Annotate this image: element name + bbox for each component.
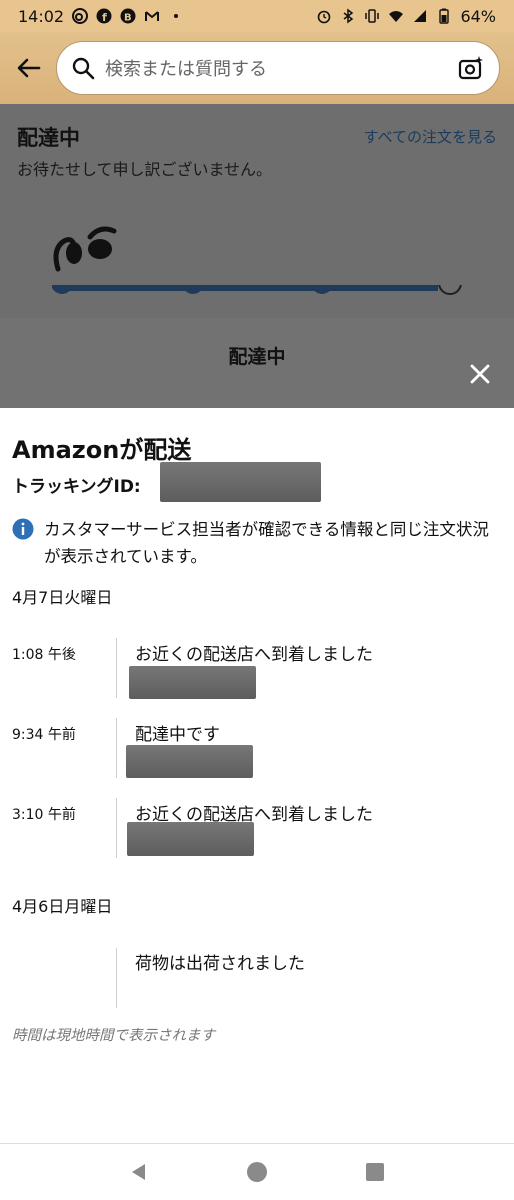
- order-status-title: 配達中: [17, 126, 80, 150]
- dot-icon: [168, 8, 184, 24]
- event-description: 荷物は出荷されました: [135, 954, 305, 974]
- status-time: 14:02: [18, 6, 65, 26]
- bluetooth-icon: [340, 8, 356, 24]
- gmail-icon: [144, 8, 160, 24]
- system-nav-bar: [0, 1143, 514, 1200]
- search-bar[interactable]: 検索または質問する: [56, 41, 500, 95]
- nav-home-button[interactable]: [245, 1160, 269, 1184]
- progress-step-2: [182, 285, 204, 294]
- camera-search-button[interactable]: [457, 54, 485, 82]
- alarm-icon: [316, 8, 332, 24]
- close-sheet-button[interactable]: [464, 358, 496, 390]
- progress-step-3: [311, 285, 333, 294]
- event-location-redacted: [126, 745, 253, 778]
- tracking-id-label: トラッキングID:: [12, 477, 141, 497]
- app-header: 検索または質問する: [0, 32, 514, 104]
- triangle-back-icon: [132, 1164, 145, 1180]
- event-time: 9:34 午前: [12, 727, 76, 743]
- event-location-redacted: [129, 666, 256, 699]
- progress-step-1: [52, 285, 73, 294]
- battery-icon: [436, 8, 452, 24]
- timeline-divider: [116, 798, 117, 858]
- circle-home-icon: [247, 1162, 267, 1182]
- svg-text:f: f: [102, 11, 107, 24]
- wifi-icon: [388, 8, 404, 24]
- status-section: 配達中: [0, 318, 514, 408]
- svg-text:B: B: [124, 13, 132, 24]
- background-order-page: 配達中 お待たせして申し訳ございません。 すべての注文を見る 配達中: [0, 104, 514, 408]
- date-header: 4月7日火曜日: [12, 588, 113, 607]
- battery-percent: 64%: [460, 6, 496, 26]
- timeline-divider: [116, 718, 117, 778]
- event-description: お近くの配送店へ到着しました: [135, 645, 373, 665]
- info-text: カスタマーサービス担当者が確認できる情報と同じ注文状況が表示されています。: [44, 520, 489, 566]
- back-button[interactable]: [14, 53, 44, 83]
- event-location-redacted: [127, 822, 254, 856]
- close-icon: [470, 364, 490, 384]
- apology-text: お待たせして申し訳ございません。: [17, 160, 273, 179]
- earbuds-product-image: [53, 226, 117, 272]
- status-bar: 14:02 f B 64%: [0, 0, 514, 32]
- nav-recents-button[interactable]: [363, 1160, 387, 1184]
- timezone-footnote: 時間は現地時間で表示されます: [12, 1028, 215, 1044]
- tracking-id-redacted: [160, 462, 321, 502]
- progress-fill: [62, 285, 438, 291]
- event-time: 3:10 午前: [12, 807, 76, 823]
- event-description: 配達中です: [135, 725, 220, 745]
- date-header: 4月6日月曜日: [12, 897, 113, 916]
- timeline-divider: [116, 638, 117, 698]
- camera-sparkle-icon: [458, 56, 483, 80]
- all-orders-link[interactable]: すべての注文を見る: [364, 126, 497, 147]
- vibrate-icon: [364, 8, 380, 24]
- delivery-progress-bar: [52, 285, 462, 295]
- progress-step-4: [438, 285, 462, 295]
- square-recents-icon: [366, 1163, 384, 1181]
- search-icon: [72, 57, 95, 80]
- carrier-title: Amazonが配送: [12, 436, 192, 464]
- nav-back-button[interactable]: [127, 1160, 151, 1184]
- info-notice: カスタマーサービス担当者が確認できる情報と同じ注文状況が表示されています。: [12, 516, 504, 570]
- b-app-icon: B: [120, 8, 136, 24]
- info-icon: [12, 518, 34, 540]
- event-time: 1:08 午後: [12, 647, 76, 663]
- tracking-sheet: Amazonが配送 トラッキングID: カスタマーサービス担当者が確認できる情報…: [0, 408, 514, 1143]
- delivery-status-heading: 配達中: [228, 346, 286, 368]
- facebook-icon: f: [96, 8, 112, 24]
- signal-icon: [412, 8, 428, 24]
- search-input[interactable]: 検索または質問する: [105, 55, 457, 81]
- timeline-divider: [116, 948, 117, 1008]
- d-app-icon: [72, 8, 89, 24]
- arrow-left-icon: [17, 58, 41, 78]
